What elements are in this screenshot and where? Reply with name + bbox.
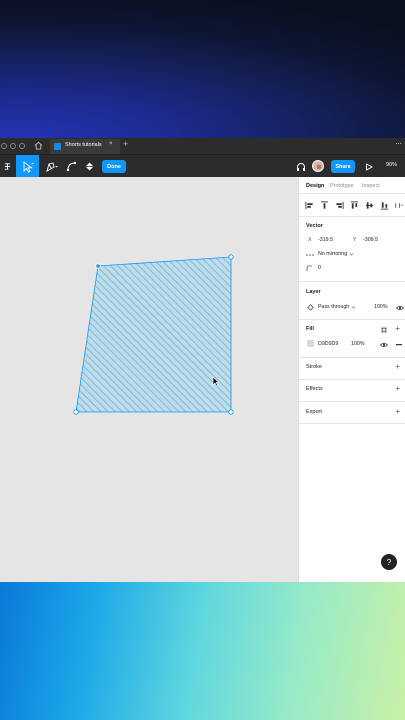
avatar[interactable] — [312, 160, 324, 172]
effects-section-title: Effects — [306, 386, 323, 392]
present-button[interactable] — [363, 155, 375, 178]
pen-tool-button[interactable] — [42, 155, 62, 178]
window-maximize-button[interactable] — [19, 143, 25, 149]
window-minimize-button[interactable] — [10, 143, 16, 149]
tab-prototype[interactable]: Prototype — [330, 183, 354, 189]
bend-tool-button[interactable] — [63, 155, 79, 178]
cursor-icon — [23, 160, 34, 173]
home-icon[interactable] — [34, 141, 43, 150]
align-bottom-icon[interactable] — [380, 201, 389, 210]
export-section-title: Export — [306, 409, 322, 415]
figma-menu-icon — [4, 163, 10, 170]
fill-opacity-input[interactable]: 100% — [351, 341, 365, 347]
canvas[interactable] — [0, 177, 298, 582]
eye-icon[interactable] — [396, 305, 404, 311]
layer-section-title: Layer — [306, 289, 321, 295]
canvas-artwork — [73, 254, 234, 415]
play-icon — [366, 162, 373, 171]
x-input[interactable]: -319.5 — [318, 237, 333, 243]
done-button[interactable]: Done — [102, 160, 126, 173]
tab-close-icon[interactable]: × — [109, 141, 113, 147]
toolbar: Done Share 90% — [0, 154, 405, 178]
corner-radius-input[interactable]: 0 — [318, 265, 321, 271]
align-top-icon[interactable] — [320, 200, 329, 210]
vertex-handle[interactable] — [228, 254, 234, 260]
vector-shape[interactable] — [75, 256, 232, 413]
bend-icon — [66, 161, 76, 172]
vector-section-title: Vector — [306, 223, 323, 229]
main-menu-button[interactable] — [0, 155, 14, 178]
mirroring-select[interactable]: No mirroring — [318, 251, 347, 257]
vertex-handle[interactable] — [228, 409, 234, 415]
vertex-handle[interactable] — [73, 409, 79, 415]
divider — [299, 319, 405, 320]
align-right-icon[interactable] — [335, 201, 344, 210]
tab-label: Shorts tutorials — [65, 142, 102, 148]
pen-icon — [46, 161, 58, 172]
vertex-handle[interactable] — [95, 263, 101, 269]
divider — [299, 401, 405, 402]
audio-button[interactable] — [294, 155, 308, 178]
chevron-down-icon — [351, 306, 356, 309]
paint-bucket-button[interactable] — [81, 155, 97, 178]
chevron-down-icon — [349, 253, 354, 256]
add-stroke-button[interactable]: + — [395, 363, 400, 371]
divider — [299, 193, 405, 194]
fill-hex-input[interactable]: D9D9D9 — [318, 341, 338, 347]
add-effect-button[interactable]: + — [395, 385, 400, 393]
y-label: Y — [353, 237, 357, 243]
blend-mode-icon — [307, 304, 314, 311]
tab-bar: Shorts tutorials × + ··· — [0, 138, 405, 154]
fill-section-title: Fill — [306, 326, 314, 332]
x-label: X — [308, 237, 312, 243]
remove-fill-icon[interactable] — [396, 344, 402, 346]
background-gradient-top — [0, 0, 405, 138]
mirroring-icon — [306, 254, 314, 256]
distribute-icon[interactable] — [395, 201, 404, 210]
alignment-toolbar — [305, 200, 404, 210]
blend-mode-select[interactable]: Pass through — [318, 304, 349, 310]
background-gradient-bottom — [0, 582, 405, 720]
y-input[interactable]: -309.5 — [363, 237, 378, 243]
fill-swatch[interactable] — [307, 340, 314, 347]
align-vertical-top-icon[interactable] — [350, 200, 359, 210]
layer-opacity-input[interactable]: 100% — [374, 304, 388, 310]
more-menu-icon[interactable]: ··· — [395, 138, 402, 148]
headphones-icon — [297, 162, 305, 171]
stroke-section-title: Stroke — [306, 364, 322, 370]
eye-icon[interactable] — [380, 342, 388, 348]
align-vertical-center-icon[interactable] — [365, 201, 374, 210]
new-tab-button[interactable]: + — [123, 139, 128, 149]
add-export-button[interactable]: + — [395, 408, 400, 416]
tab-shorts-tutorials[interactable]: Shorts tutorials × — [50, 139, 120, 154]
corner-radius-icon — [306, 265, 312, 271]
divider — [299, 216, 405, 217]
styles-grid-icon[interactable] — [381, 327, 387, 333]
tab-inspect[interactable]: Inspect — [362, 183, 380, 189]
window-close-button[interactable] — [1, 143, 7, 149]
align-left-icon[interactable] — [305, 201, 314, 210]
divider — [299, 281, 405, 282]
tab-design[interactable]: Design — [306, 183, 324, 189]
file-icon — [54, 143, 61, 150]
divider — [299, 379, 405, 380]
figma-window: Shorts tutorials × + ··· Done Share 90% … — [0, 138, 405, 582]
help-button[interactable]: ? — [381, 554, 397, 570]
user-photo — [313, 162, 323, 171]
share-button[interactable]: Share — [331, 160, 355, 173]
add-fill-button[interactable]: + — [395, 325, 400, 333]
divider — [299, 357, 405, 358]
properties-panel: Design Prototype Inspect Vector X -319.5… — [298, 177, 405, 582]
divider — [299, 423, 405, 424]
paint-bucket-icon — [85, 162, 93, 171]
zoom-level[interactable]: 90% — [386, 162, 397, 168]
move-tool-button[interactable] — [16, 155, 39, 178]
